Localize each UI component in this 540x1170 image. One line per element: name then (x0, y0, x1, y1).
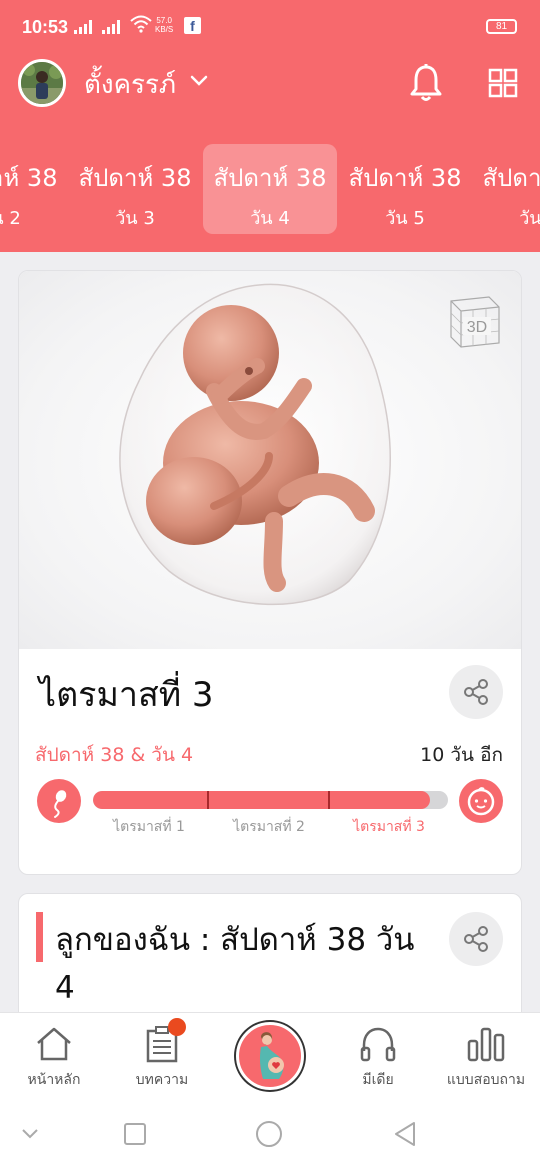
day-label: วัน 5 (385, 208, 425, 229)
week-day-item[interactable]: สัปดาห์ 38 วัน 5 (338, 144, 472, 234)
status-time: 10:53 (22, 17, 69, 37)
grid-menu-icon[interactable] (488, 68, 518, 98)
days-remaining: 10 วัน อีก (420, 744, 503, 766)
nav-media-label: มีเดีย (362, 1072, 394, 1088)
headphones-icon (360, 1027, 396, 1062)
nav-survey[interactable]: แบบสอบถาม (432, 1013, 540, 1101)
nav-home[interactable]: หน้าหลัก (0, 1013, 108, 1101)
pregnancy-progress-bar (93, 791, 448, 809)
nav-home-label: หน้าหลัก (27, 1072, 81, 1088)
nav-survey-label: แบบสอบถาม (446, 1072, 526, 1088)
nav-articles[interactable]: บทความ (108, 1013, 216, 1101)
week-day-selector[interactable]: สัปดาห์ 38 วัน 2 สัปดาห์ 38 วัน 3 สัปดาห… (0, 144, 540, 234)
progress-fill (93, 791, 431, 809)
week-day-item[interactable]: สัปดาห์ 38 วัน 3 (68, 144, 202, 234)
share-icon (464, 679, 488, 705)
network-speed-value: 57.0 (156, 16, 172, 25)
3d-view-icon[interactable]: 3D (443, 289, 505, 351)
battery-level: 81 (495, 21, 508, 32)
day-label: วัน 4 (250, 208, 290, 229)
facebook-icon: f (184, 17, 201, 34)
week-label: สัปดาห์ 38 (348, 164, 462, 192)
accent-bar (36, 912, 43, 962)
week-label: สัปดาห์ 38 (0, 164, 58, 192)
share-button[interactable] (449, 665, 503, 719)
system-home-icon[interactable] (255, 1120, 283, 1148)
trimester-title: ไตรมาสที่ 3 (39, 675, 214, 715)
home-icon (37, 1027, 71, 1061)
share-button[interactable] (449, 912, 503, 966)
notification-badge (168, 1018, 186, 1036)
fetus-illustration[interactable]: 3D (19, 271, 521, 649)
pregnancy-progress-card: 3D ไตรมาสที่ 3 สัปดาห์ 38 & วัน 4 10 วัน… (18, 270, 522, 875)
battery-icon: 81 (486, 19, 517, 34)
nav-articles-label: บทความ (135, 1072, 189, 1088)
status-bar: 10:53 57.0 KB/S f 81 (0, 0, 540, 56)
baby-face-icon (467, 787, 495, 816)
3d-badge-text: 3D (467, 319, 487, 336)
trimester-1-label: ไตรมาสที่ 1 (113, 819, 185, 835)
signal-icon (74, 20, 92, 34)
baby-card-title: ลูกของฉัน : สัปดาห์ 38 วัน 4 (55, 922, 415, 1006)
week-label: สัปดาห์ 38 (78, 164, 192, 192)
wifi-icon (130, 15, 152, 33)
day-label: วัน 6 (519, 208, 540, 229)
share-icon (464, 926, 488, 952)
pregnant-woman-icon (259, 1032, 284, 1079)
avatar-photo (21, 62, 63, 104)
week-day-item-active[interactable]: สัปดาห์ 38 วัน 4 (203, 144, 337, 234)
avatar[interactable] (18, 59, 66, 107)
bell-icon[interactable] (408, 63, 444, 103)
trimester-2-label: ไตรมาสที่ 2 (233, 819, 305, 835)
week-label: สัปดาห์ 38 (482, 164, 540, 192)
week-day-item[interactable]: สัปดาห์ 38 วัน 2 (0, 144, 68, 234)
trimester-divider (207, 791, 209, 809)
chevron-down-icon[interactable] (190, 74, 208, 88)
week-day-item[interactable]: สัปดาห์ 38 วัน 6 (472, 144, 540, 234)
day-label: วัน 2 (0, 208, 21, 229)
bar-chart-icon (467, 1027, 505, 1062)
week-label: สัปดาห์ 38 (213, 164, 327, 192)
signal-icon-2 (102, 20, 120, 34)
network-speed-unit: KB/S (155, 25, 174, 34)
trimester-3-label: ไตรมาสที่ 3 (353, 819, 425, 835)
app-header: 10:53 57.0 KB/S f 81 ตั้งครรภ์ ห์ 38 2 ส… (0, 0, 540, 252)
conception-marker (37, 779, 81, 823)
network-speed: 57.0 KB/S (155, 16, 173, 34)
trimester-divider (328, 791, 330, 809)
birth-marker (459, 779, 503, 823)
day-label: วัน 3 (115, 208, 155, 229)
system-navigation-bar (0, 1100, 540, 1170)
profile-name[interactable]: ตั้งครรภ์ (84, 64, 176, 105)
system-down-icon[interactable] (20, 1127, 40, 1141)
sperm-icon (54, 790, 67, 818)
pregnancy-center-button[interactable] (236, 1022, 304, 1090)
system-recents-icon[interactable] (123, 1122, 147, 1146)
current-week-day: สัปดาห์ 38 & วัน 4 (35, 744, 194, 766)
nav-media[interactable]: มีเดีย (324, 1013, 432, 1101)
system-back-icon[interactable] (392, 1120, 418, 1148)
